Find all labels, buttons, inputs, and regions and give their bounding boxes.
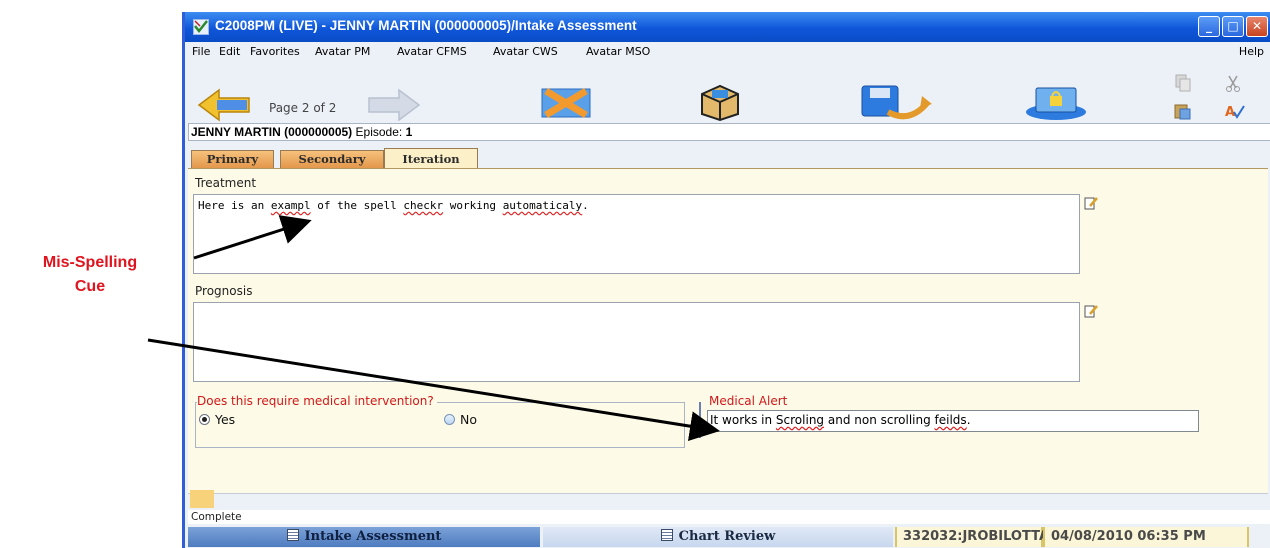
treatment-textarea[interactable]: Here is an exampl of the spell checkr wo…: [193, 194, 1080, 274]
form-icon: [286, 529, 299, 541]
edit-note-icon[interactable]: [1084, 303, 1098, 318]
episode-label: Episode:: [355, 125, 403, 139]
medical-intervention-question: Does this require medical intervention?: [197, 394, 437, 408]
text-segment: and non scrolling: [824, 413, 935, 427]
text-segment: .: [966, 413, 971, 427]
spell-check-icon[interactable]: A: [1225, 102, 1245, 124]
paste-icon[interactable]: [1173, 102, 1191, 124]
menu-avatar-cfms[interactable]: Avatar CFMS: [397, 45, 467, 58]
task-label: Intake Assessment: [304, 529, 442, 544]
episode-value: 1: [405, 125, 413, 139]
annotation-label: Mis-Spelling Cue: [30, 251, 150, 299]
text-segment: of the spell: [310, 199, 404, 212]
misspelled-word: feilds: [934, 413, 967, 427]
task-chart-review[interactable]: Chart Review: [543, 527, 893, 547]
client-name: JENNY MARTIN (000000005): [191, 125, 353, 139]
annotation-line-1: Mis-Spelling: [42, 254, 138, 271]
radio-unselected-indicator: [444, 414, 455, 425]
lock-screen-icon[interactable]: [1023, 82, 1089, 126]
menu-avatar-mso[interactable]: Avatar MSO: [586, 45, 650, 58]
medical-alert-label: Medical Alert: [709, 394, 788, 408]
menu-edit[interactable]: Edit: [219, 45, 240, 58]
menu-avatar-pm[interactable]: Avatar PM: [315, 45, 370, 58]
menu-favorites[interactable]: Favorites: [250, 45, 300, 58]
status-bar: Complete: [188, 510, 1270, 524]
window-title: C2008PM (LIVE) - JENNY MARTIN (000000005…: [215, 18, 637, 33]
datetime-cell: 04/08/2010 06:35 PM: [1043, 527, 1249, 547]
text-segment: Here is an: [198, 199, 271, 212]
misspelled-word: Scroling: [775, 413, 825, 427]
save-disk-icon[interactable]: [858, 82, 934, 126]
tab-iteration[interactable]: Iteration: [384, 148, 478, 168]
edit-note-icon[interactable]: [1084, 195, 1098, 210]
tab-primary[interactable]: Primary: [191, 150, 274, 168]
task-label: Chart Review: [678, 529, 776, 544]
treatment-label: Treatment: [195, 176, 257, 190]
radio-no-label: No: [460, 412, 477, 427]
misspelled-word: checkr: [403, 199, 444, 212]
maximize-button[interactable]: □: [1222, 16, 1244, 37]
close-button[interactable]: ✕: [1246, 16, 1268, 37]
submit-box-icon[interactable]: [698, 82, 742, 126]
field-separator: [699, 402, 701, 438]
text-segment: It works in: [710, 413, 776, 427]
page-indicator: Page 2 of 2: [269, 101, 337, 115]
prognosis-textarea[interactable]: [193, 302, 1080, 382]
menu-help[interactable]: Help: [1239, 45, 1264, 58]
tab-secondary[interactable]: Secondary: [280, 150, 384, 168]
annotation-line-2: Cue: [74, 278, 106, 295]
forward-arrow-icon[interactable]: [365, 88, 421, 126]
cut-icon[interactable]: [1225, 74, 1241, 96]
menu-avatar-cws[interactable]: Avatar CWS: [493, 45, 558, 58]
user-id-cell: 332032:JROBILOTTA-3: [895, 527, 1054, 547]
client-info-bar: JENNY MARTIN (000000005) Episode: 1: [188, 123, 1270, 141]
prognosis-label: Prognosis: [195, 284, 253, 298]
misspelled-word: exampl: [270, 199, 311, 212]
form-icon: [660, 529, 673, 541]
task-intake-assessment[interactable]: Intake Assessment: [188, 527, 540, 547]
back-arrow-icon[interactable]: [197, 88, 253, 126]
menu-file[interactable]: File: [192, 45, 210, 58]
radio-no[interactable]: No: [444, 412, 477, 427]
treatment-text: Here is an exampl of the spell checkr wo…: [198, 199, 589, 212]
minimize-button[interactable]: _: [1198, 16, 1220, 37]
radio-yes[interactable]: Yes: [199, 412, 235, 427]
medical-intervention-group: [195, 402, 685, 448]
close-form-icon[interactable]: [540, 85, 592, 125]
task-bar: Intake Assessment Chart Review 332032:JR…: [185, 526, 1270, 548]
indicator-swatch: [190, 490, 214, 508]
title-bar: C2008PM (LIVE) - JENNY MARTIN (000000005…: [185, 12, 1270, 42]
form-panel: Treatment Here is an exampl of the spell…: [188, 168, 1268, 494]
misspelled-word: automaticaly: [502, 199, 583, 212]
menu-bar: File Edit Favorites Avatar PM Avatar CFM…: [185, 42, 1270, 62]
application-window: C2008PM (LIVE) - JENNY MARTIN (000000005…: [182, 12, 1270, 548]
medical-alert-input[interactable]: It works in Scroling and non scrolling f…: [707, 410, 1199, 432]
copy-icon[interactable]: [1175, 74, 1191, 96]
text-segment: working: [443, 199, 503, 212]
app-checkmark-icon: [193, 19, 209, 35]
radio-selected-indicator: [199, 414, 210, 425]
text-segment: .: [582, 199, 589, 212]
radio-yes-label: Yes: [215, 412, 236, 427]
bottom-strip: [188, 490, 1268, 510]
